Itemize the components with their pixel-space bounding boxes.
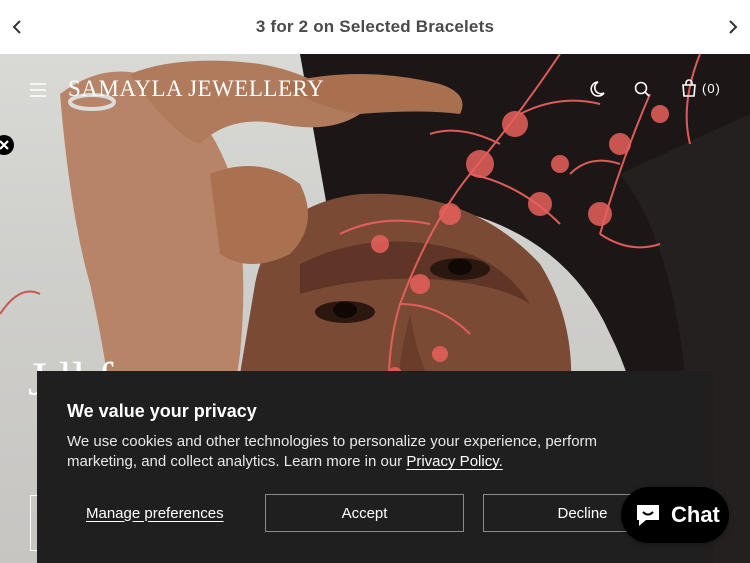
cart-count: (0) xyxy=(702,80,721,96)
search-icon xyxy=(634,81,650,97)
announcement-text: 3 for 2 on Selected Bracelets xyxy=(255,17,495,36)
cookie-banner: We value your privacy We use cookies and… xyxy=(37,371,713,563)
menu-button[interactable] xyxy=(28,81,48,99)
announcement-prev-button[interactable] xyxy=(0,0,36,54)
manage-preferences-button[interactable]: Manage preferences xyxy=(67,494,245,532)
announcement-next-button[interactable] xyxy=(714,0,750,54)
chat-label: Chat xyxy=(671,502,720,527)
announcement-bar: 3 for 2 on Selected Bracelets xyxy=(0,0,750,54)
site-header: SAMAYLA JEWELLERY (0) xyxy=(0,54,750,126)
cookie-actions: Manage preferences Accept Decline xyxy=(67,494,683,532)
chat-bubble-icon xyxy=(637,505,659,526)
close-popup-button[interactable] xyxy=(0,135,14,155)
hamburger-menu-icon xyxy=(30,83,46,97)
theme-toggle-button[interactable] xyxy=(589,78,611,100)
accept-button[interactable]: Accept xyxy=(265,494,464,532)
search-button[interactable] xyxy=(631,78,653,100)
moon-icon xyxy=(590,81,605,97)
cookie-body-text: We use cookies and other technologies to… xyxy=(67,433,598,470)
site-logo[interactable]: SAMAYLA JEWELLERY xyxy=(68,76,324,102)
cookie-description: We use cookies and other technologies to… xyxy=(67,432,647,472)
close-icon xyxy=(0,140,9,150)
cookie-title: We value your privacy xyxy=(67,401,257,421)
chevron-right-icon xyxy=(729,20,738,34)
cart-button[interactable]: (0) xyxy=(680,78,721,98)
privacy-policy-link[interactable]: Privacy Policy. xyxy=(406,453,502,470)
chat-button[interactable]: Chat xyxy=(621,487,729,543)
shopping-bag-icon xyxy=(682,79,696,97)
chevron-left-icon xyxy=(12,20,21,34)
